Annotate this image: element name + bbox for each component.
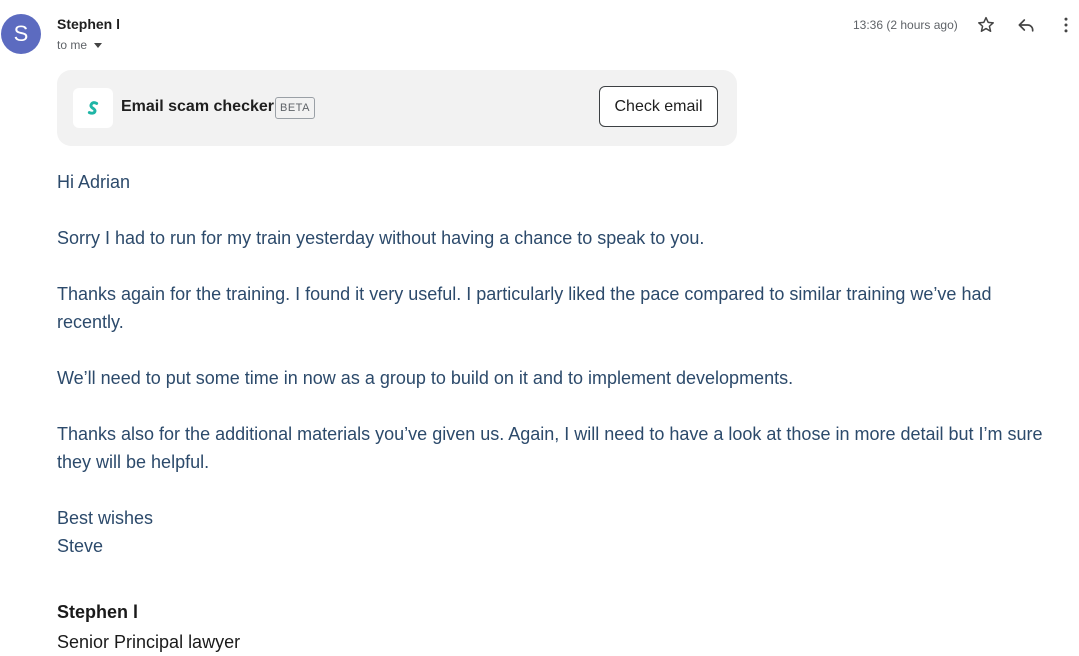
sign-off-name: Steve	[57, 536, 104, 556]
timestamp: 13:36 (2 hours ago)	[853, 18, 958, 32]
email-body: Hi Adrian Sorry I had to run for my trai…	[57, 168, 1057, 560]
greeting: Hi Adrian	[57, 172, 131, 192]
beta-badge: BETA	[275, 97, 315, 119]
more-vert-icon	[1064, 17, 1068, 33]
sender-name[interactable]: Stephen l	[57, 16, 120, 32]
reply-icon	[1018, 19, 1034, 32]
surfshark-logo-icon	[73, 88, 113, 128]
check-email-button[interactable]: Check email	[599, 86, 718, 127]
signature-title: Senior Principal lawyer	[57, 632, 241, 652]
recipient-label: to me	[57, 38, 88, 52]
star-button[interactable]	[974, 13, 998, 37]
scam-checker-title: Email scam checker	[121, 98, 274, 115]
body-paragraph: Thanks also for the additional materials…	[57, 424, 1043, 472]
body-paragraph: Sorry I had to run for my train yesterda…	[57, 228, 705, 248]
email-signature: Stephen l Senior Principal lawyer	[57, 598, 240, 656]
star-icon	[978, 16, 994, 32]
body-paragraph: We’ll need to put some time in now as a …	[57, 368, 794, 388]
sign-off: Best wishes	[57, 508, 154, 528]
avatar[interactable]: S	[1, 14, 41, 54]
scam-checker-banner: Email scam checker BETA Check email	[57, 70, 737, 146]
recipient-details-toggle[interactable]: to me	[57, 38, 103, 52]
body-paragraph: Thanks again for the training. I found i…	[57, 284, 992, 332]
more-options-button[interactable]	[1054, 13, 1078, 37]
signature-name: Stephen l	[57, 602, 139, 622]
chevron-down-icon	[94, 42, 103, 48]
reply-button[interactable]	[1014, 13, 1038, 37]
